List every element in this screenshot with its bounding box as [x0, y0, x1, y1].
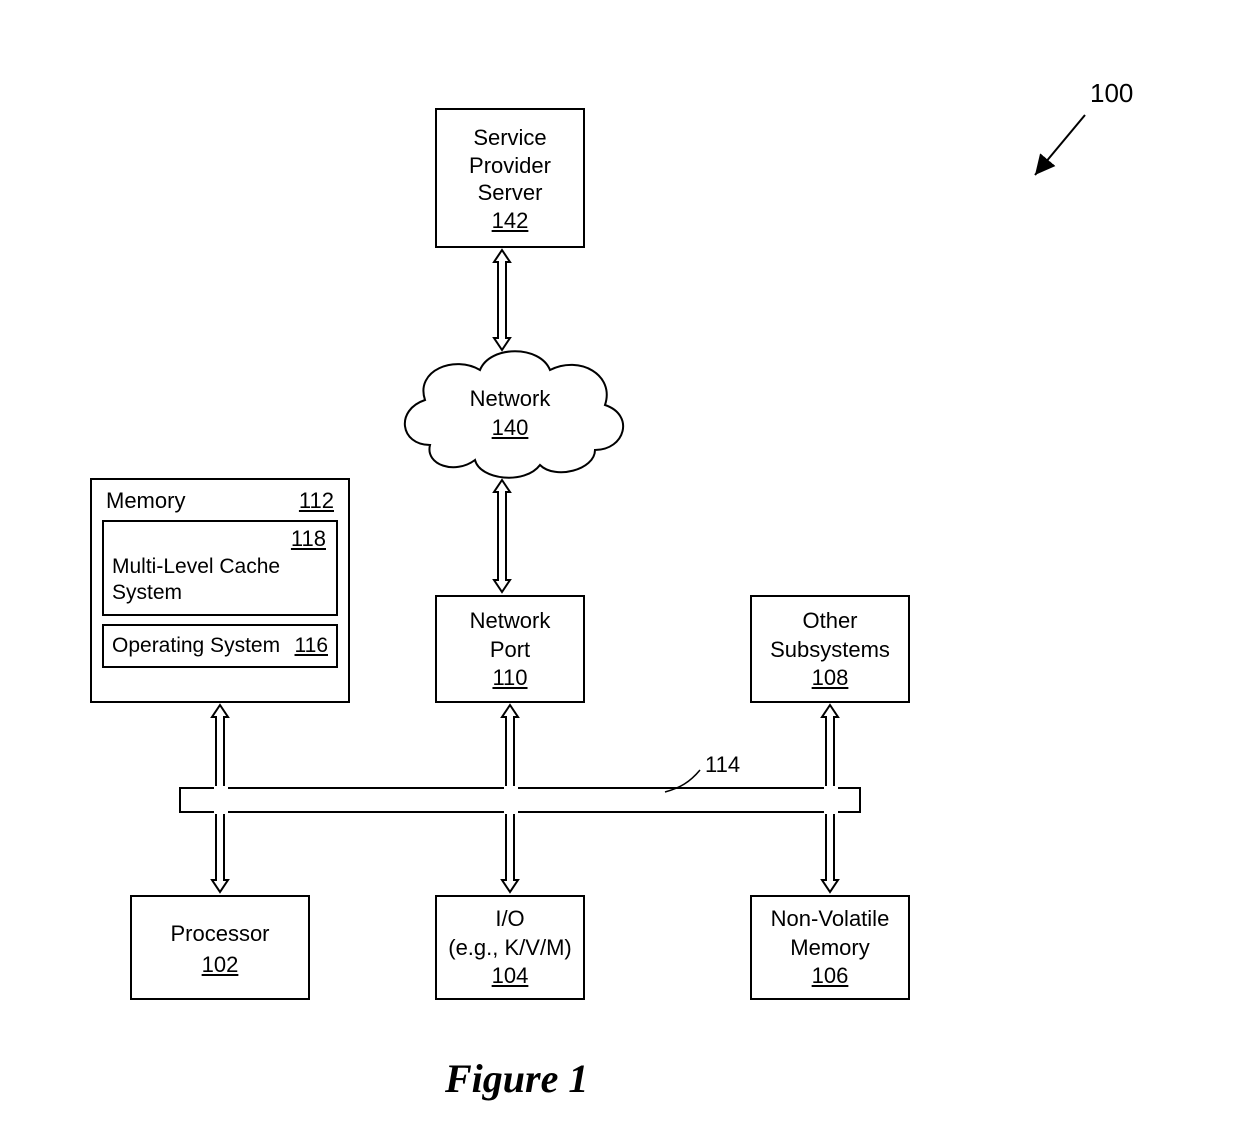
other-line2: Subsystems: [752, 636, 908, 665]
network-label: Network: [430, 385, 590, 414]
cache-label: Multi-Level Cache System: [112, 554, 328, 607]
memory-box: Memory 112 118 Multi-Level Cache System …: [90, 478, 350, 703]
figure-caption: Figure 1: [445, 1055, 588, 1102]
os-ref: 116: [295, 634, 328, 658]
network-cloud-label-group: Network 140: [430, 385, 590, 442]
nvm-ref: 106: [752, 962, 908, 991]
network-ref: 140: [430, 414, 590, 443]
nvm-line1: Non-Volatile: [752, 905, 908, 934]
service-provider-server-box: Service Provider Server 142: [435, 108, 585, 248]
processor-box: Processor 102: [130, 895, 310, 1000]
io-ref: 104: [437, 962, 583, 991]
io-line1: I/O: [437, 905, 583, 934]
cache-box: 118 Multi-Level Cache System: [102, 520, 338, 616]
other-subsystems-box: Other Subsystems 108: [750, 595, 910, 703]
nvm-box: Non-Volatile Memory 106: [750, 895, 910, 1000]
bus-ref-label: 114: [705, 752, 740, 778]
memory-ref: 112: [299, 488, 334, 514]
io-box: I/O (e.g., K/V/M) 104: [435, 895, 585, 1000]
netport-line1: Network: [437, 607, 583, 636]
processor-label: Processor: [132, 919, 308, 950]
server-line2: Provider: [437, 152, 583, 180]
figure-ref-label: 100: [1090, 78, 1133, 109]
io-line2: (e.g., K/V/M): [437, 934, 583, 963]
netport-ref: 110: [437, 664, 583, 693]
server-line3: Server: [437, 179, 583, 207]
other-line1: Other: [752, 607, 908, 636]
diagram-canvas: 100 Service Provider Server 142 Network …: [0, 0, 1240, 1147]
os-box: Operating System 116: [102, 624, 338, 668]
os-label: Operating System: [112, 634, 280, 658]
network-port-box: Network Port 110: [435, 595, 585, 703]
memory-label: Memory: [106, 488, 185, 514]
server-line1: Service: [437, 124, 583, 152]
netport-line2: Port: [437, 636, 583, 665]
processor-ref: 102: [132, 950, 308, 981]
cache-ref: 118: [291, 526, 326, 552]
other-ref: 108: [752, 664, 908, 693]
nvm-line2: Memory: [752, 934, 908, 963]
server-ref: 142: [437, 207, 583, 235]
